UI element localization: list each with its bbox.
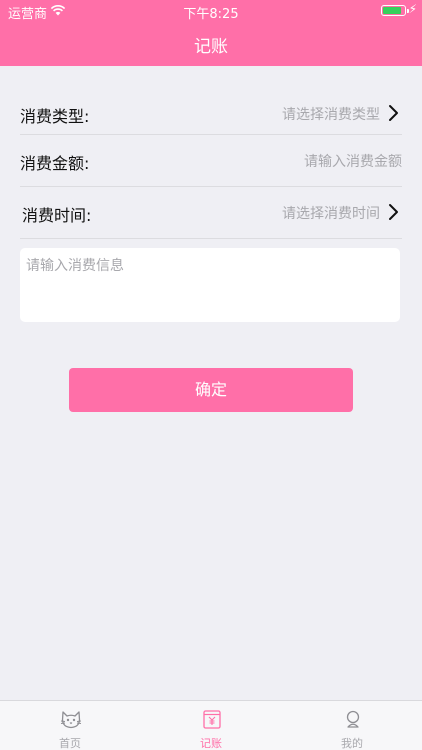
chevron-right-icon[interactable] — [386, 203, 400, 221]
ledger-icon — [203, 710, 221, 729]
type-row[interactable]: 消费类型: 请选择消费类型 — [0, 87, 422, 139]
tab-ledger[interactable]: 记账 — [141, 701, 281, 750]
amount-label: 消费金额: — [20, 154, 90, 173]
confirm-button[interactable]: 确定 — [69, 368, 353, 412]
status-time: 下午8:25 — [183, 7, 239, 22]
type-label: 消费类型: — [20, 107, 90, 126]
header: 运营商 下午8:25 ⚡ 记账 — [0, 0, 422, 66]
info-textarea[interactable] — [20, 248, 400, 322]
amount-row[interactable]: 消费金额: 请输入消费金额 — [0, 134, 422, 186]
divider — [20, 238, 402, 239]
tab-home-label: 首页 — [59, 737, 81, 750]
profile-icon — [346, 710, 360, 728]
battery-icon — [381, 5, 409, 16]
tab-profile-label: 我的 — [341, 737, 363, 750]
charging-icon: ⚡ — [408, 2, 417, 16]
status-bar: 运营商 下午8:25 ⚡ — [0, 0, 422, 22]
amount-input[interactable]: 请输入消费金额 — [304, 151, 402, 171]
tab-ledger-label: 记账 — [200, 737, 222, 750]
chevron-right-icon[interactable] — [386, 104, 400, 122]
tab-profile[interactable]: 我的 — [282, 701, 422, 750]
cat-icon — [60, 711, 82, 729]
page-title: 记账 — [194, 37, 228, 57]
time-label: 消费时间: — [22, 206, 92, 225]
tab-bar: 首页 记账 我的 — [0, 700, 422, 750]
type-select[interactable]: 请选择消费类型 — [282, 104, 380, 124]
tab-home[interactable]: 首页 — [0, 701, 140, 750]
time-row[interactable]: 消费时间: 请选择消费时间 — [0, 186, 422, 238]
time-select[interactable]: 请选择消费时间 — [282, 203, 380, 223]
